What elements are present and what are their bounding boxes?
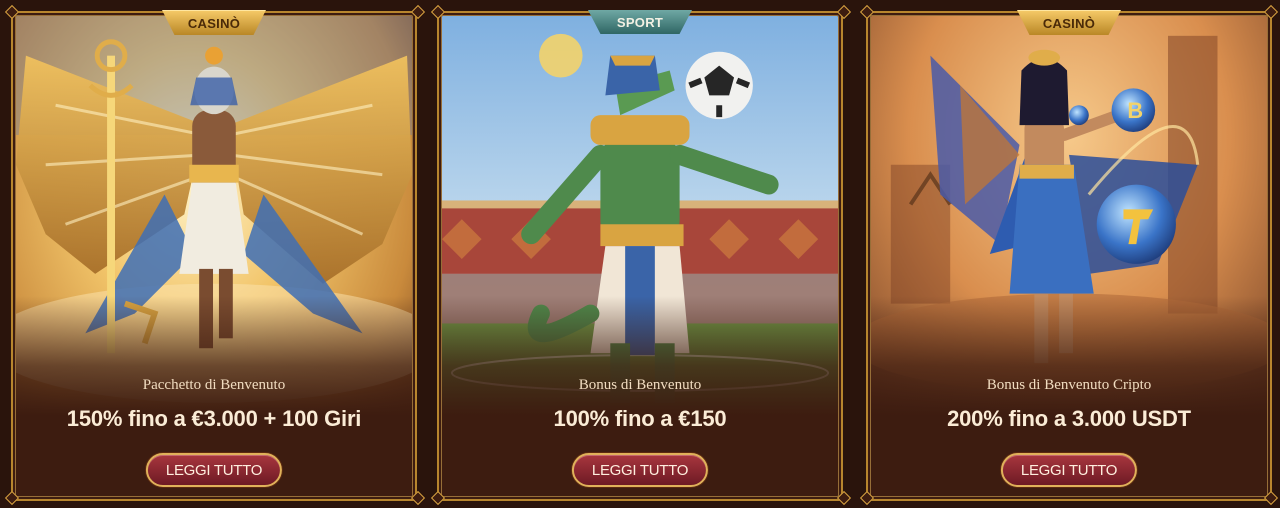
category-tag-label: CASINÒ <box>187 15 241 31</box>
offer-headline: 150% fino a €3.000 + 100 Giri <box>66 406 362 431</box>
offer-headline: 200% fino a 3.000 USDT <box>947 406 1191 431</box>
read-more-button[interactable]: LEGGI TUTTO <box>1000 453 1138 487</box>
category-tag-sport: SPORT <box>588 10 692 34</box>
offer-subtitle: Bonus di Benvenuto Cripto <box>986 377 1152 393</box>
promo-card-sport-welcome[interactable]: SPORT Bonus di Benvenuto 100% fino a €15… <box>437 10 843 501</box>
offer-subtitle: Pacchetto di Benvenuto <box>142 377 286 393</box>
offer-subtitle: Bonus di Benvenuto <box>578 377 702 393</box>
category-tag-label: SPORT <box>616 14 664 30</box>
category-tag-casino: CASINÒ <box>1017 10 1121 35</box>
category-tag-casino: CASINÒ <box>162 10 266 35</box>
category-tag-label: CASINÒ <box>1042 15 1096 31</box>
promo-card-casino-welcome[interactable]: CASINÒ Pacchetto di Benvenuto 150% fino … <box>11 10 417 501</box>
svg-text:B: B <box>1127 98 1143 123</box>
read-more-button[interactable]: LEGGI TUTTO <box>145 453 283 487</box>
read-more-button[interactable]: LEGGI TUTTO <box>571 453 709 487</box>
offer-headline: 100% fino a €150 <box>553 406 727 431</box>
promo-card-crypto-welcome[interactable]: B CASINÒ Bonus di Benvenuto Cripto 200% … <box>866 10 1272 501</box>
